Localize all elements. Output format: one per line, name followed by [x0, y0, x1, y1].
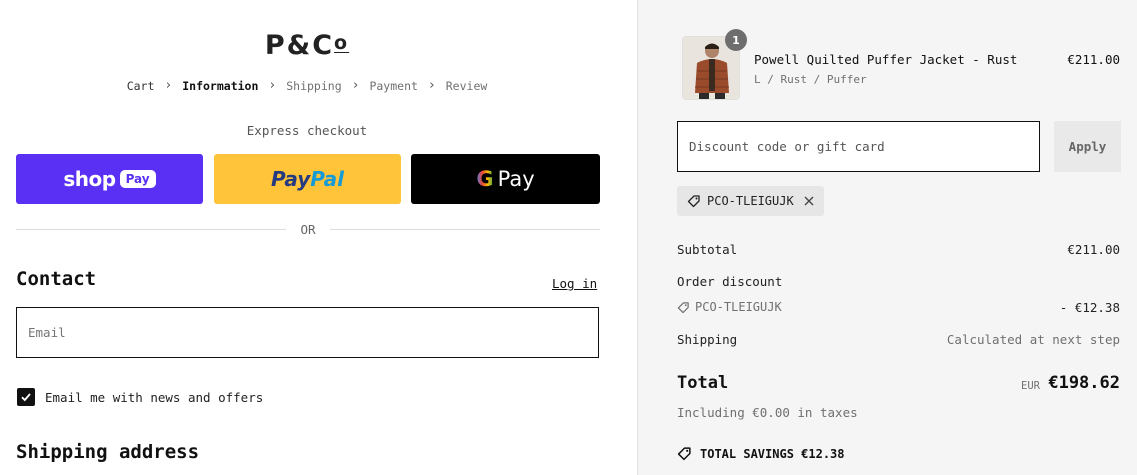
order-summary-panel: 1 Powell Quilted Puffer Jacket - Rust L … — [637, 0, 1137, 475]
chevron-right-icon: › — [351, 78, 360, 93]
subtotal-label: Subtotal — [677, 242, 738, 257]
subtotal-value: €211.00 — [1067, 242, 1120, 257]
express-checkout-title: Express checkout — [246, 123, 368, 138]
order-discount-label: Order discount — [677, 274, 783, 289]
breadcrumb-cart[interactable]: Cart — [127, 79, 155, 93]
google-pay-label: Pay — [497, 167, 535, 191]
paypal-logo-part2: Pal — [310, 167, 345, 191]
paypal-logo-part1: Pay — [270, 167, 311, 191]
shipping-value: Calculated at next step — [946, 332, 1120, 347]
email-field[interactable] — [16, 307, 599, 358]
or-divider: OR — [16, 222, 600, 237]
chevron-right-icon: › — [268, 78, 277, 93]
divider-line — [16, 229, 287, 230]
shop-pay-logo: shop — [63, 167, 116, 191]
total-savings-text: TOTAL SAVINGS €12.38 — [700, 446, 845, 461]
close-icon[interactable] — [804, 196, 814, 206]
login-link[interactable]: Log in — [552, 276, 597, 291]
checkmark-icon — [21, 393, 31, 402]
paypal-button[interactable]: Pay Pal — [214, 154, 401, 204]
breadcrumb-review: Review — [445, 78, 488, 93]
or-text: OR — [300, 222, 316, 237]
total-savings: TOTAL SAVINGS €12.38 — [677, 446, 845, 461]
discount-code-row: PCO-TLEIGUJK — [677, 300, 782, 314]
total-currency: EUR — [1021, 380, 1040, 392]
discount-code-input[interactable] — [677, 121, 1040, 172]
quantity-badge: 1 — [725, 29, 747, 51]
product-variant: L / Rust / Puffer — [754, 73, 867, 86]
discount-code-text: PCO-TLEIGUJK — [695, 300, 782, 314]
total-label: Total — [677, 373, 729, 393]
discount-value: - €12.38 — [1059, 300, 1120, 315]
chevron-right-icon: › — [164, 78, 173, 93]
brand-logo[interactable]: P&Co — [0, 30, 614, 61]
tag-icon — [677, 301, 690, 314]
total-value: €198.62 — [1048, 373, 1120, 393]
breadcrumb: Cart › Information › Shipping › Payment … — [0, 78, 614, 93]
shop-pay-button[interactable]: shop Pay — [16, 154, 203, 204]
newsletter-checkbox[interactable] — [17, 388, 35, 406]
apply-discount-button[interactable]: Apply — [1054, 121, 1121, 172]
google-g-icon: G — [476, 167, 494, 191]
newsletter-label[interactable]: Email me with news and offers — [45, 390, 263, 405]
applied-discount-tag: PCO-TLEIGUJK — [677, 186, 824, 216]
tag-icon — [687, 194, 701, 208]
checkout-form-panel: P&Co Cart › Information › Shipping › Pay… — [0, 0, 637, 475]
breadcrumb-shipping: Shipping — [286, 78, 342, 93]
tag-icon — [677, 446, 692, 461]
breadcrumb-payment: Payment — [369, 78, 418, 93]
chevron-right-icon: › — [427, 78, 436, 93]
product-price: €211.00 — [1067, 52, 1120, 67]
product-name: Powell Quilted Puffer Jacket - Rust — [754, 52, 1018, 67]
shop-pay-pill: Pay — [119, 170, 156, 188]
divider-line — [329, 229, 600, 230]
contact-heading: Contact — [16, 268, 97, 290]
breadcrumb-information: Information — [182, 78, 259, 93]
taxes-note: Including €0.00 in taxes — [677, 405, 858, 420]
applied-discount-code: PCO-TLEIGUJK — [707, 194, 794, 208]
shipping-address-heading: Shipping address — [16, 441, 200, 463]
google-pay-button[interactable]: G Pay — [411, 154, 600, 204]
shipping-label: Shipping — [677, 332, 738, 347]
